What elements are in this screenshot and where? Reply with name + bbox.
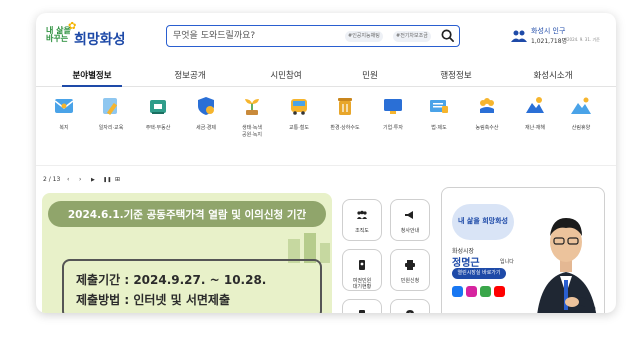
tile-label: 여권민원 대기현황 [352,278,372,290]
tile-label: 청사안내 [400,228,420,234]
tile-passport-status[interactable]: 여권민원 대기현황 [342,249,382,291]
tile-office-guide[interactable]: 청사안내 [390,199,430,241]
quick-label: 일자리·교육 [98,125,124,131]
tax-shield-icon [198,97,214,115]
megaphone-icon [405,211,413,219]
quick-item-housing[interactable]: 주택·부동산 [136,95,180,132]
tile-label: 민원신청 [400,278,420,284]
site-logo[interactable]: ✿ 내 삶을 바꾸는 희망화성 [46,21,146,53]
quick-item-tax[interactable]: 세금·경제 [184,95,228,132]
play-icon[interactable]: ▶ [91,177,95,183]
sprout-icon [245,99,259,115]
search-tag[interactable]: #전기차보조금 [393,31,431,42]
prev-icon[interactable]: ‹ [67,176,69,183]
mayor-name-suffix: 입니다 [500,259,514,265]
mayor-logo: 내 삶을 희망화성 [458,217,508,225]
quick-item-environment[interactable]: 환경·상하수도 [323,95,367,132]
mayor-office-link[interactable]: 열린시장실 바로가기 [452,268,506,279]
org-chart-icon [357,210,367,219]
disaster-icon [526,97,544,113]
bus-icon [291,99,307,115]
quick-item-business[interactable]: 기업·투자 [371,95,415,132]
quick-label: 교통·철도 [289,125,309,131]
quick-label: 법·제도 [431,125,447,131]
search-tag[interactable]: #인공지능채팅 [345,31,383,42]
notice-banner[interactable]: 2024.6.1.기준 공동주택가격 열람 및 이의신청 기간 제출기간 : 2… [42,193,332,313]
quick-label: 세금·경제 [196,125,216,131]
tile-org-chart[interactable]: 조직도 [342,199,382,241]
browser-frame: ✿ 내 삶을 바꾸는 희망화성 #인공지능채팅 #전기차보조금 화성시 인구 1… [36,13,616,313]
location-pin-icon [406,310,414,313]
mountain-icon [571,97,591,114]
population-date: 2024. 9. 31. 기준 [567,37,600,42]
pause-icon[interactable]: ❚❚ [103,177,111,183]
quick-item-agriculture[interactable]: 농림축수산 [465,95,509,132]
tile-document[interactable] [342,299,382,313]
monitor-icon [384,99,402,114]
quick-label: 농림축수산 [475,125,499,131]
banner-method: 제출방법 : 인터넷 및 서면제출 [76,293,230,307]
quick-item-welfare[interactable]: 복지 [42,95,86,132]
quick-item-law[interactable]: 법·제도 [417,95,461,132]
main-nav: 분야별정보 정보공개 시민참여 민원 행정정보 화성시소개 [36,65,616,87]
mayor-card: 내 삶을 희망화성 화성시장 정명근 입니다 열린시장실 바로가기 [441,187,605,313]
law-book-icon [430,100,448,113]
search-box: #인공지능채팅 #전기차보조금 [166,25,460,47]
quick-item-eco[interactable]: 생태·녹색 공원·녹지 [230,95,274,139]
nav-item-about[interactable]: 화성시소개 [533,69,572,81]
nav-item-admin[interactable]: 행정정보 [440,69,471,81]
grain-icon [480,98,494,113]
nav-active-indicator [62,85,122,87]
banner-period: 제출기간 : 2024.9.27. ~ 10.28. [76,273,267,287]
youtube-icon[interactable] [494,286,505,297]
mayor-name: 정명근 [452,258,480,269]
quick-label: 재난·재해 [525,125,545,131]
job-pencil-icon [103,98,118,116]
facebook-icon[interactable] [452,286,463,297]
quick-menu: 복지 일자리·교육 주택·부동산 세금·경제 생태·녹색 공원·녹지 교통·철도… [36,95,616,159]
logo-slogan: 내 삶을 바꾸는 [46,26,71,43]
population-value: 1,021,718명 [531,38,568,45]
nav-item-fields[interactable]: 분야별정보 [72,69,111,81]
people-icon [511,30,527,42]
quick-item-disaster[interactable]: 재난·재해 [513,95,557,132]
printer-icon [405,260,415,270]
tile-civil-request[interactable]: 민원신청 [390,249,430,291]
trash-bin-icon [338,98,352,115]
search-input[interactable] [173,29,333,43]
tile-label: 조직도 [355,228,369,234]
next-icon[interactable]: › [79,176,81,183]
document-icon [359,310,365,313]
welfare-envelope-icon [54,99,74,113]
mayor-photo [537,218,596,313]
quick-item-transport[interactable]: 교통·철도 [277,95,321,132]
quick-label: 생태·녹색 공원·녹지 [242,125,262,138]
banner-title: 2024.6.1.기준 공동주택가격 열람 및 이의신청 기간 [67,209,307,221]
quick-item-forest[interactable]: 산림휴양 [559,95,603,132]
population-title: 화성시 인구 [531,27,566,35]
nav-item-participation[interactable]: 시민참여 [270,69,301,81]
quick-label: 주택·부동산 [145,125,171,131]
quick-label: 기업·투자 [383,125,403,131]
quick-label: 산림휴양 [571,125,591,131]
tile-location[interactable] [390,299,430,313]
blog-icon[interactable] [480,286,491,297]
section-divider [36,165,616,166]
nav-item-disclosure[interactable]: 정보공개 [174,69,205,81]
grid-icon[interactable]: ⊞ [115,176,120,183]
search-icon[interactable] [440,28,455,43]
housing-icon [150,100,166,114]
quick-label: 환경·상하수도 [330,125,360,131]
quick-label: 복지 [59,125,69,131]
quick-item-jobs[interactable]: 일자리·교육 [89,95,133,132]
passport-icon [359,260,365,270]
nav-item-civil[interactable]: 민원 [362,69,378,81]
instagram-icon[interactable] [466,286,477,297]
logo-title: 희망화성 [74,32,126,48]
slide-counter: 2 / 13 [43,176,61,183]
